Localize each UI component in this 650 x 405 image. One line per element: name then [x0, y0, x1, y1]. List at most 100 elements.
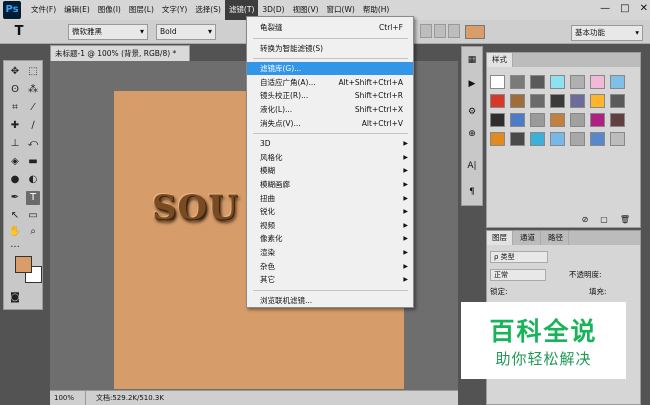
move-tool-icon[interactable]: ✥ [8, 65, 22, 79]
gradient-tool-icon[interactable]: ▬ [26, 155, 40, 169]
style-swatch[interactable] [550, 75, 565, 89]
tab-styles[interactable]: 样式 [487, 53, 513, 67]
zoom-level[interactable]: 100% [50, 391, 86, 405]
menu-file[interactable]: 文件(F) [27, 0, 60, 20]
style-swatch[interactable] [490, 94, 505, 108]
style-swatch[interactable] [510, 132, 525, 146]
lasso-tool-icon[interactable]: ʘ [8, 83, 22, 97]
history-panel-icon[interactable]: ▦ [465, 53, 479, 67]
style-swatch[interactable] [490, 75, 505, 89]
actions-panel-icon[interactable]: ▶ [465, 77, 479, 91]
close-button[interactable]: ✕ [640, 3, 648, 14]
properties-panel-icon[interactable]: ⚙ [465, 105, 479, 119]
eyedropper-tool-icon[interactable]: ⁄ [26, 101, 40, 115]
style-swatch[interactable] [570, 132, 585, 146]
paragraph-panel-icon[interactable]: ¶ [465, 185, 479, 199]
path-selection-tool-icon[interactable]: ↖ [8, 209, 22, 223]
foreground-color-swatch[interactable] [15, 256, 32, 273]
menu-type[interactable]: 文字(Y) [158, 0, 191, 20]
more-tools-icon[interactable]: ··· [8, 241, 22, 255]
style-swatch[interactable] [530, 94, 545, 108]
filter-menu-item[interactable]: 杂色 ▶ [247, 260, 413, 273]
swatches-panel-icon[interactable]: ⊕ [465, 127, 479, 141]
layer-filter-select[interactable]: ρ 类型 [490, 251, 548, 263]
filter-menu-item[interactable]: 镜头校正(R)... Shift+Ctrl+R [247, 89, 413, 102]
filter-menu-item[interactable]: 渲染 ▶ [247, 246, 413, 259]
filter-menu-item[interactable]: 风格化 ▶ [247, 151, 413, 164]
filter-menu-item[interactable]: 锐化 ▶ [247, 205, 413, 218]
filter-menu-item[interactable]: 像素化 ▶ [247, 232, 413, 245]
style-swatch[interactable] [490, 132, 505, 146]
filter-menu-item[interactable]: 扭曲 ▶ [247, 192, 413, 205]
filter-menu-item[interactable]: 消失点(V)... Alt+Ctrl+V [247, 117, 413, 130]
font-style-select[interactable]: Bold [156, 23, 216, 40]
menu-image[interactable]: 图像(I) [94, 0, 125, 20]
filter-menu-item[interactable]: 其它 ▶ [247, 273, 413, 286]
rectangle-tool-icon[interactable]: ▭ [26, 209, 40, 223]
align-right-icon[interactable] [448, 24, 460, 38]
tab-paths[interactable]: 路径 [543, 231, 569, 245]
style-swatch[interactable] [570, 94, 585, 108]
menu-select[interactable]: 选择(S) [191, 0, 225, 20]
marquee-tool-icon[interactable]: ⬚ [26, 65, 40, 79]
menu-layer[interactable]: 图层(L) [125, 0, 158, 20]
menu-edit[interactable]: 编辑(E) [60, 0, 94, 20]
pen-tool-icon[interactable]: ✒ [8, 191, 22, 205]
filter-menu-item[interactable]: 转换为智能滤镜(S) [247, 42, 413, 55]
blend-mode-select[interactable]: 正常 [490, 269, 546, 281]
style-swatch[interactable] [530, 75, 545, 89]
style-swatch[interactable] [610, 132, 625, 146]
style-swatch[interactable] [530, 113, 545, 127]
character-panel-icon[interactable]: A| [465, 159, 479, 173]
font-family-select[interactable]: 微软雅黑 [68, 23, 148, 40]
new-style-icon[interactable]: ▢ [600, 215, 608, 224]
blur-tool-icon[interactable]: ● [8, 173, 22, 187]
workspace-select[interactable]: 基本功能 [571, 25, 643, 41]
delete-style-icon[interactable]: 🗑 [620, 215, 630, 224]
magic-wand-tool-icon[interactable]: ⁂ [26, 83, 40, 97]
minimize-button[interactable]: — [600, 3, 610, 14]
clone-stamp-tool-icon[interactable]: ⊥ [8, 137, 22, 151]
align-center-icon[interactable] [434, 24, 446, 38]
clear-style-icon[interactable]: ⊘ [582, 215, 589, 224]
style-swatch[interactable] [510, 94, 525, 108]
maximize-button[interactable]: □ [620, 3, 629, 14]
style-swatch[interactable] [590, 132, 605, 146]
brush-tool-icon[interactable]: ∕ [26, 119, 40, 133]
text-color-swatch[interactable] [465, 25, 485, 39]
type-tool-icon[interactable]: T [26, 191, 40, 205]
style-swatch[interactable] [590, 113, 605, 127]
style-swatch[interactable] [510, 113, 525, 127]
style-swatch[interactable] [610, 94, 625, 108]
filter-menu-item[interactable]: 模糊画廊 ▶ [247, 178, 413, 191]
hand-tool-icon[interactable]: ✋ [8, 225, 22, 239]
filter-menu-item[interactable]: 视频 ▶ [247, 219, 413, 232]
filter-menu-item[interactable]: 3D ▶ [247, 137, 413, 150]
filter-menu-item[interactable]: 自适应广角(A)... Alt+Shift+Ctrl+A [247, 76, 413, 89]
crop-tool-icon[interactable]: ⌗ [8, 101, 22, 115]
style-swatch[interactable] [530, 132, 545, 146]
style-swatch[interactable] [490, 113, 505, 127]
healing-brush-tool-icon[interactable]: ✚ [8, 119, 22, 133]
align-left-icon[interactable] [420, 24, 432, 38]
eraser-tool-icon[interactable]: ◈ [8, 155, 22, 169]
filter-menu-item[interactable]: 滤镜库(G)... [247, 62, 413, 76]
style-swatch[interactable] [510, 75, 525, 89]
style-swatch[interactable] [570, 113, 585, 127]
filter-menu-item[interactable]: 龟裂缝 Ctrl+F [247, 21, 413, 34]
style-swatch[interactable] [550, 113, 565, 127]
style-swatch[interactable] [610, 75, 625, 89]
tab-layers[interactable]: 图层 [487, 231, 513, 245]
style-swatch[interactable] [550, 94, 565, 108]
dodge-tool-icon[interactable]: ◐ [26, 173, 40, 187]
quick-mask-icon[interactable]: ◙ [8, 291, 22, 305]
filter-menu-item[interactable]: 液化(L)... Shift+Ctrl+X [247, 103, 413, 116]
style-swatch[interactable] [610, 113, 625, 127]
filter-menu-item[interactable]: 浏览联机滤镜... [247, 294, 413, 307]
history-brush-tool-icon[interactable]: ⤺ [26, 137, 40, 151]
style-swatch[interactable] [590, 75, 605, 89]
document-tab[interactable]: 未标题-1 @ 100% (背景, RGB/8) * [50, 45, 190, 61]
type-tool-preset-icon[interactable]: T [10, 24, 28, 39]
style-swatch[interactable] [570, 75, 585, 89]
tab-channels[interactable]: 通道 [515, 231, 541, 245]
